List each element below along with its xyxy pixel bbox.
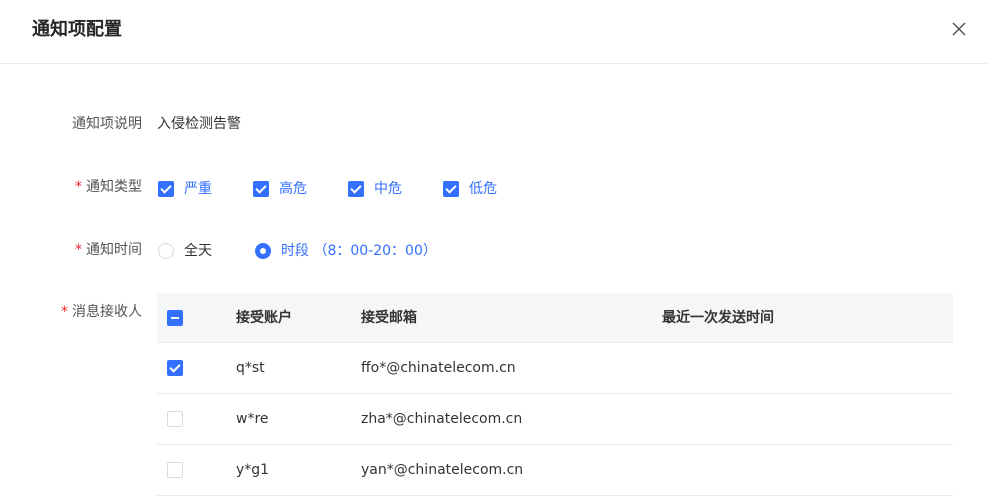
table-row[interactable]: q*st ffo*@chinatelecom.cn	[157, 343, 953, 394]
description-value: 入侵检测告警	[157, 116, 241, 132]
time-option-all-day[interactable]: 全天	[158, 241, 212, 261]
notify-time-label: * 通知时间	[75, 242, 142, 258]
email-cell: yan*@chinatelecom.cn	[361, 462, 524, 478]
column-last-sent: 最近一次发送时间	[662, 310, 774, 326]
account-cell: q*st	[236, 360, 265, 376]
row-checkbox[interactable]	[167, 411, 183, 427]
email-cell: ffo*@chinatelecom.cn	[361, 360, 516, 376]
row-checkbox[interactable]	[167, 462, 183, 478]
table-row[interactable]: y*g1 yan*@chinatelecom.cn	[157, 445, 953, 496]
dialog-title: 通知项配置	[32, 19, 122, 40]
recipients-label: * 消息接收人	[61, 304, 142, 320]
checkbox-checked-icon[interactable]	[253, 181, 269, 197]
notification-config-dialog: 通知项配置 通知项说明 入侵检测告警 * 通知类型 严重 高危 中危 低危 * …	[0, 0, 987, 498]
column-account: 接受账户	[236, 310, 292, 326]
type-option-low[interactable]: 低危	[443, 179, 497, 199]
checkbox-checked-icon[interactable]	[348, 181, 364, 197]
time-option-period[interactable]: 时段 （8：00-20：00）	[255, 241, 437, 261]
recipients-table: 接受账户 接受邮箱 最近一次发送时间 q*st ffo*@chinateleco…	[157, 293, 953, 496]
required-mark: *	[75, 242, 82, 258]
email-cell: zha*@chinatelecom.cn	[361, 411, 523, 427]
notify-type-label: * 通知类型	[75, 179, 142, 195]
row-checkbox[interactable]	[167, 360, 183, 376]
checkbox-checked-icon[interactable]	[443, 181, 459, 197]
description-label: 通知项说明	[72, 116, 142, 132]
checkbox-checked-icon[interactable]	[158, 181, 174, 197]
required-mark: *	[61, 304, 68, 320]
type-option-high[interactable]: 高危	[253, 179, 307, 199]
radio-selected-icon[interactable]	[255, 243, 271, 259]
required-mark: *	[75, 179, 82, 195]
column-email: 接受邮箱	[361, 310, 417, 326]
close-icon[interactable]	[949, 19, 969, 39]
type-option-medium[interactable]: 中危	[348, 179, 402, 199]
table-header: 接受账户 接受邮箱 最近一次发送时间	[157, 293, 953, 343]
radio-unselected-icon[interactable]	[158, 243, 174, 259]
select-all-checkbox[interactable]	[167, 310, 183, 326]
account-cell: y*g1	[236, 462, 270, 478]
account-cell: w*re	[236, 411, 269, 427]
dialog-header: 通知项配置	[0, 0, 987, 64]
table-row[interactable]: w*re zha*@chinatelecom.cn	[157, 394, 953, 445]
type-option-critical[interactable]: 严重	[158, 179, 212, 199]
